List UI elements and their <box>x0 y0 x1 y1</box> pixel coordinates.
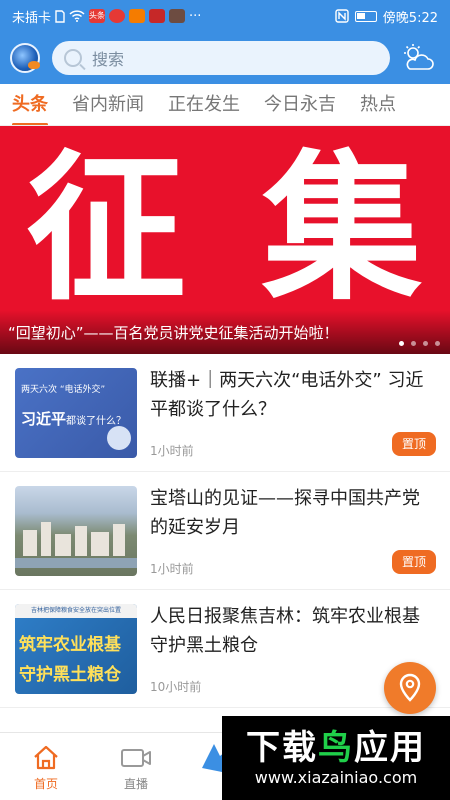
carousel-dot <box>435 341 440 346</box>
tab-hot[interactable]: 热点 <box>348 84 408 125</box>
carousel-dot <box>423 341 428 346</box>
watermark-brand: 下载鸟应用 <box>246 728 426 768</box>
search-icon <box>64 49 82 67</box>
nav-home-label: 首页 <box>33 777 58 791</box>
clock: 傍晚5:22 <box>382 10 438 26</box>
thumbnail-line-2: 守护黑土粮仓 <box>19 665 121 685</box>
featured-banner[interactable]: 征 集 “回望初心”——百名党员讲党史征集活动开始啦！ <box>0 126 450 354</box>
nav-live[interactable]: 直播 <box>106 741 166 792</box>
search-bar[interactable]: 搜索 <box>52 41 390 75</box>
app-notification-icon-3 <box>149 9 166 23</box>
category-tabs: 头条 省内新闻 正在发生 今日永吉 热点 <box>0 84 450 126</box>
tab-headlines[interactable]: 头条 <box>0 84 60 125</box>
pinned-badge: 置顶 <box>392 550 436 574</box>
app-notification-icon-2 <box>129 9 146 23</box>
sim-icon <box>55 9 65 23</box>
toutiao-app-icon: 头条 <box>89 9 106 23</box>
news-thumbnail: 两天六次 “电话外交” 习近平都谈了什么？ <box>15 368 137 458</box>
app-bar: 搜索 <box>0 32 450 84</box>
carousel-dot <box>411 341 416 346</box>
carousel-dot <box>399 341 404 346</box>
thumbnail-line-1: 筑牢农业根基 <box>19 635 121 655</box>
news-thumbnail <box>15 486 137 576</box>
news-title: 人民日报聚焦吉林：筑牢农业根基 守护黑土粮仓 <box>150 606 420 656</box>
news-title: 宝塔山的见证——探寻中国共产党的延安岁月 <box>150 488 420 538</box>
watermark: 下载鸟应用 www.xiazainiao.com <box>222 716 450 800</box>
news-time: 1小时前 <box>150 444 194 458</box>
nfc-icon <box>335 9 349 23</box>
nav-live-label: 直播 <box>123 777 148 791</box>
battery-icon <box>354 10 377 22</box>
news-time: 10小时前 <box>150 680 202 694</box>
nav-home[interactable]: 首页 <box>16 741 76 792</box>
pinned-badge: 置顶 <box>392 432 436 456</box>
location-pin-icon <box>399 673 421 702</box>
thumbnail-text: 两天六次 “电话外交” <box>21 385 106 395</box>
news-title: 联播+｜两天六次“电话外交” 习近平都谈了什么？ <box>150 370 424 420</box>
home-icon <box>34 745 58 770</box>
news-time: 1小时前 <box>150 562 194 576</box>
news-item[interactable]: 吉林把保障粮食安全放在突出位置 筑牢农业根基 守护黑土粮仓 人民日报聚焦吉林：筑… <box>0 590 450 708</box>
status-bar: 未插卡 头条 ··· 傍晚5:22 <box>0 0 450 32</box>
wifi-icon <box>69 10 85 22</box>
thumbnail-headline: 习近平都谈了什么？ <box>21 410 127 428</box>
watermark-url: www.xiazainiao.com <box>254 768 418 787</box>
news-thumbnail: 吉林把保障粮食安全放在突出位置 筑牢农业根基 守护黑土粮仓 <box>15 604 137 694</box>
carrier-label: 未插卡 <box>12 10 52 26</box>
tab-happening-now[interactable]: 正在发生 <box>156 84 252 125</box>
search-placeholder: 搜索 <box>92 50 125 69</box>
banner-character-2: 集 <box>262 135 423 322</box>
thumbnail-header: 吉林把保障粮食安全放在突出位置 <box>15 604 137 618</box>
tab-provincial-news[interactable]: 省内新闻 <box>60 84 156 125</box>
banner-character-1: 征 <box>26 135 187 322</box>
news-item[interactable]: 宝塔山的见证——探寻中国共产党的延安岁月 1小时前 置顶 <box>0 472 450 590</box>
badge-icon <box>107 426 131 450</box>
location-button[interactable] <box>384 662 436 714</box>
app-logo[interactable] <box>10 43 40 73</box>
news-item[interactable]: 两天六次 “电话外交” 习近平都谈了什么？ 联播+｜两天六次“电话外交” 习近平… <box>0 354 450 472</box>
app-notification-icon <box>109 9 126 23</box>
more-notifications: ··· <box>189 8 202 24</box>
carousel-indicator <box>399 341 440 346</box>
app-screen: 未插卡 头条 ··· 傍晚5:22 搜索 头条 省内新闻 正在发生 今日永吉 热… <box>0 0 450 800</box>
banner-caption: “回望初心”——百名党员讲党史征集活动开始啦！ <box>0 310 450 354</box>
app-notification-icon-4 <box>169 9 186 23</box>
video-camera-icon <box>121 749 151 767</box>
tab-yongji-today[interactable]: 今日永吉 <box>252 84 348 125</box>
weather-icon[interactable] <box>400 43 436 73</box>
news-list: 两天六次 “电话外交” 习近平都谈了什么？ 联播+｜两天六次“电话外交” 习近平… <box>0 354 450 708</box>
